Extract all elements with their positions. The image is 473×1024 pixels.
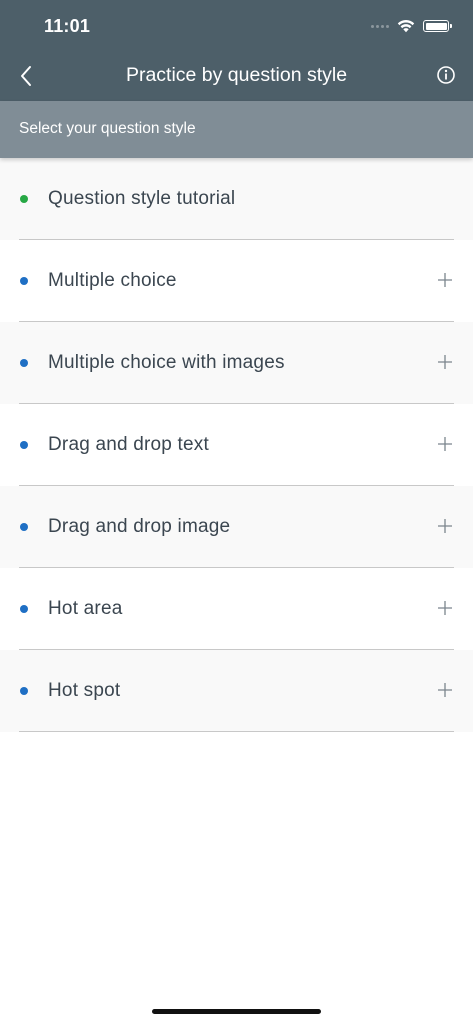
status-dot-icon	[20, 277, 28, 285]
list-item-label: Multiple choice	[48, 270, 177, 291]
list-item-hot-area[interactable]: Hot area	[0, 568, 473, 650]
plus-icon[interactable]	[437, 518, 453, 534]
list-item-drag-and-drop-text[interactable]: Drag and drop text	[0, 404, 473, 486]
status-dot-icon	[20, 359, 28, 367]
status-dot-icon	[20, 195, 28, 203]
list-item-question-style-tutorial[interactable]: Question style tutorial	[0, 158, 473, 240]
status-dot-icon	[20, 605, 28, 613]
status-dot-icon	[20, 441, 28, 449]
battery-icon	[423, 20, 452, 32]
status-time: 11:01	[44, 16, 91, 36]
list-item-multiple-choice[interactable]: Multiple choice	[0, 240, 473, 322]
list-item-label: Multiple choice with images	[48, 352, 285, 373]
back-button[interactable]	[12, 60, 40, 92]
list-item-label: Hot spot	[48, 680, 121, 701]
list-item-drag-and-drop-image[interactable]: Drag and drop image	[0, 486, 473, 568]
status-dot-icon	[20, 687, 28, 695]
home-indicator[interactable]	[152, 1009, 321, 1014]
plus-icon[interactable]	[437, 272, 453, 288]
list-item-label: Hot area	[48, 598, 123, 619]
list-item-multiple-choice-with-images[interactable]: Multiple choice with images	[0, 322, 473, 404]
row-divider	[19, 731, 454, 732]
info-icon	[437, 66, 455, 84]
status-dot-icon	[20, 523, 28, 531]
plus-icon[interactable]	[437, 600, 453, 616]
cellular-signal-icon	[371, 24, 389, 28]
app-header: 11:01 Practice by question style	[0, 0, 473, 101]
status-indicators	[371, 16, 452, 36]
wifi-icon	[397, 20, 415, 33]
chevron-left-icon	[21, 66, 31, 86]
plus-icon[interactable]	[437, 682, 453, 698]
list-item-label: Drag and drop text	[48, 434, 209, 455]
plus-icon[interactable]	[437, 436, 453, 452]
info-button[interactable]	[435, 64, 457, 86]
list-item-label: Question style tutorial	[48, 188, 236, 209]
section-subheader: Select your question style	[0, 101, 473, 158]
question-style-list: Question style tutorial Multiple choice …	[0, 158, 473, 732]
subheader-text: Select your question style	[19, 120, 196, 137]
list-item-label: Drag and drop image	[48, 516, 231, 537]
page-title: Practice by question style	[125, 64, 348, 86]
plus-icon[interactable]	[437, 354, 453, 370]
list-item-hot-spot[interactable]: Hot spot	[0, 650, 473, 732]
